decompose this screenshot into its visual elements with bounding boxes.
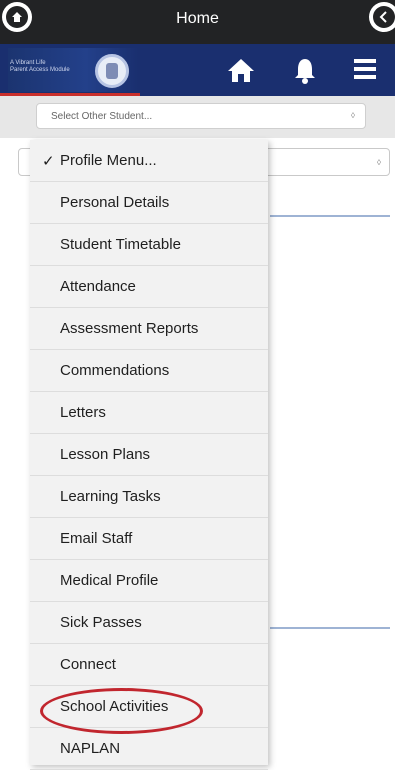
section-divider bbox=[270, 627, 390, 629]
menu-item[interactable]: Sick Passes bbox=[30, 602, 268, 644]
page-title: Home bbox=[176, 10, 219, 27]
menu-item[interactable]: Letters bbox=[30, 392, 268, 434]
menu-item[interactable]: Learning Tasks bbox=[30, 476, 268, 518]
menu-item-label: Connect bbox=[60, 656, 116, 673]
school-crest bbox=[95, 54, 129, 88]
menu-item[interactable]: Assessment Reports bbox=[30, 308, 268, 350]
menu-item[interactable]: Personal Details bbox=[30, 182, 268, 224]
select-other-student[interactable]: Select Other Student... ◊ bbox=[36, 103, 366, 129]
menu-item-label: Letters bbox=[60, 404, 106, 421]
highlight-annotation bbox=[40, 688, 203, 734]
menu-item-label: Assessment Reports bbox=[60, 320, 199, 337]
menu-item[interactable]: Student Timetable bbox=[30, 224, 268, 266]
close-button[interactable] bbox=[369, 2, 395, 32]
menu-item[interactable]: NAPLAN bbox=[30, 728, 268, 770]
menu-item-selected[interactable]: ✓ Profile Menu... bbox=[30, 140, 268, 182]
menu-item-label: Learning Tasks bbox=[60, 488, 161, 505]
select-arrow-icon: ◊ bbox=[377, 158, 381, 167]
menu-item-label: Attendance bbox=[60, 278, 136, 295]
menu-item-label: Personal Details bbox=[60, 194, 170, 211]
check-icon: ✓ bbox=[42, 153, 55, 170]
menu-item[interactable]: Commendations bbox=[30, 350, 268, 392]
menu-item[interactable]: Medical Profile bbox=[30, 560, 268, 602]
menu-item[interactable]: Lesson Plans bbox=[30, 434, 268, 476]
brand-text: A Vibrant Life Parent Access Module bbox=[10, 60, 70, 74]
menu-item[interactable]: Attendance bbox=[30, 266, 268, 308]
menu-item-label: Profile Menu... bbox=[60, 152, 157, 169]
menu-item-label: Student Timetable bbox=[60, 236, 181, 253]
top-bar: Home bbox=[0, 0, 395, 44]
section-divider bbox=[270, 215, 390, 217]
bell-icon[interactable] bbox=[293, 56, 317, 84]
select-other-student-text: Select Other Student... bbox=[51, 111, 153, 122]
menu-item-label: Sick Passes bbox=[60, 614, 142, 631]
menu-item-label: Email Staff bbox=[60, 530, 133, 547]
menu-item-label: Lesson Plans bbox=[60, 446, 151, 463]
menu-item[interactable]: Connect bbox=[30, 644, 268, 686]
chevron-left-icon bbox=[379, 11, 387, 23]
brand-line-2: Parent Access Module bbox=[10, 67, 70, 73]
menu-icon[interactable] bbox=[352, 56, 378, 82]
brand-bar: A Vibrant Life Parent Access Module bbox=[0, 44, 395, 96]
brand-line-1: A Vibrant Life bbox=[10, 60, 46, 66]
menu-item-label: Medical Profile bbox=[60, 572, 159, 589]
menu-item-label: Commendations bbox=[60, 362, 170, 379]
menu-item[interactable]: Email Staff bbox=[30, 518, 268, 560]
home-icon[interactable] bbox=[226, 56, 256, 84]
select-arrow-icon: ◊ bbox=[351, 111, 355, 120]
menu-item-label: NAPLAN bbox=[60, 740, 121, 757]
profile-menu-dropdown[interactable]: ✓ Profile Menu... Personal Details Stude… bbox=[30, 140, 268, 770]
